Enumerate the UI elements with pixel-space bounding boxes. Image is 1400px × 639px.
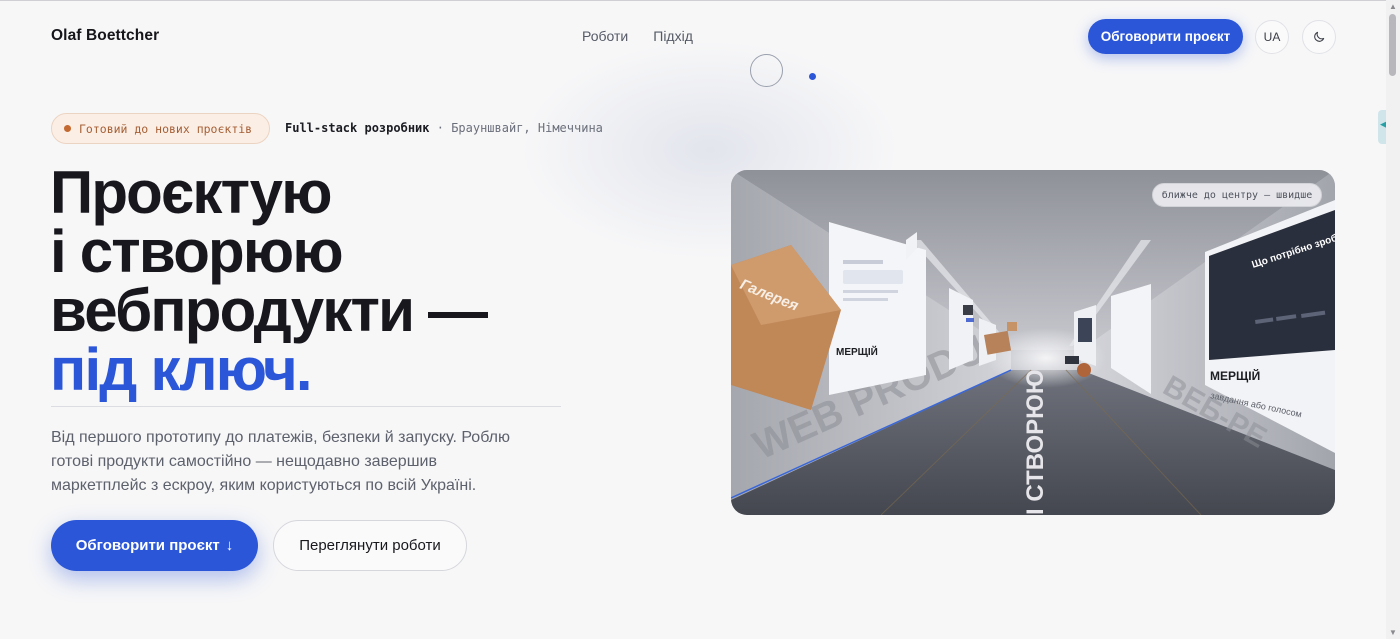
gallery-3d-scene[interactable]: WEB PRODU ВЕБ-РЕ І СТВОРЮЮ МЕРЩІЙ Що пот… [731,170,1335,515]
location-text: Брауншвайг, Німеччина [451,121,603,135]
status-dot-icon [64,125,71,132]
discuss-project-button[interactable]: Обговорити проєкт ↓ [51,520,258,571]
arrow-down-icon: ↓ [225,537,234,554]
hero-headline: Проєктую і створюю вебпродукти — під клю… [50,159,488,403]
theme-toggle-button[interactable] [1302,20,1336,54]
top-border [0,0,1400,1]
discuss-project-label: Обговорити проєкт [75,537,220,554]
headline-accent: під ключ. [50,336,313,403]
scene-speed-hint: ближче до центру — швидше [1152,183,1322,207]
scroll-down-icon[interactable]: ▼ [1389,628,1397,637]
hero-description: Від першого прототипу до платежів, безпе… [51,429,510,494]
moon-icon [1314,31,1325,42]
language-switch-button[interactable]: UA [1255,20,1289,54]
page-scrollbar[interactable]: ▲ ▼ [1386,0,1400,639]
role-title: Full-stack розробник [285,121,430,135]
headline-line-2: і створюю [50,218,344,285]
view-works-button[interactable]: Переглянути роботи [273,520,467,571]
custom-cursor-ring [750,54,783,87]
headline-line-1: Проєктую [50,159,332,226]
headline-line-3: вебпродукти — [50,277,488,344]
availability-text: Готовий до нових проєктів [79,121,253,136]
discuss-project-header-button[interactable]: Обговорити проєкт [1088,19,1243,54]
scroll-up-icon[interactable]: ▲ [1389,2,1397,11]
role-location: Full-stack розробник · Брауншвайг, Німеч… [285,121,603,135]
card-right-title: МЕРЩІЙ [1210,368,1260,383]
corridor-illustration: WEB PRODU ВЕБ-РЕ І СТВОРЮЮ МЕРЩІЙ Що пот… [731,170,1335,515]
role-separator: · [429,121,452,135]
divider [51,406,561,407]
card-left-title: МЕРЩІЙ [836,345,878,358]
scrollbar-thumb[interactable] [1389,14,1396,76]
floor-text: І СТВОРЮЮ [1022,369,1049,515]
brand-logo[interactable]: Olaf Boettcher [51,27,159,45]
availability-badge: Готовий до нових проєктів [51,113,270,144]
custom-cursor-dot [809,73,816,80]
